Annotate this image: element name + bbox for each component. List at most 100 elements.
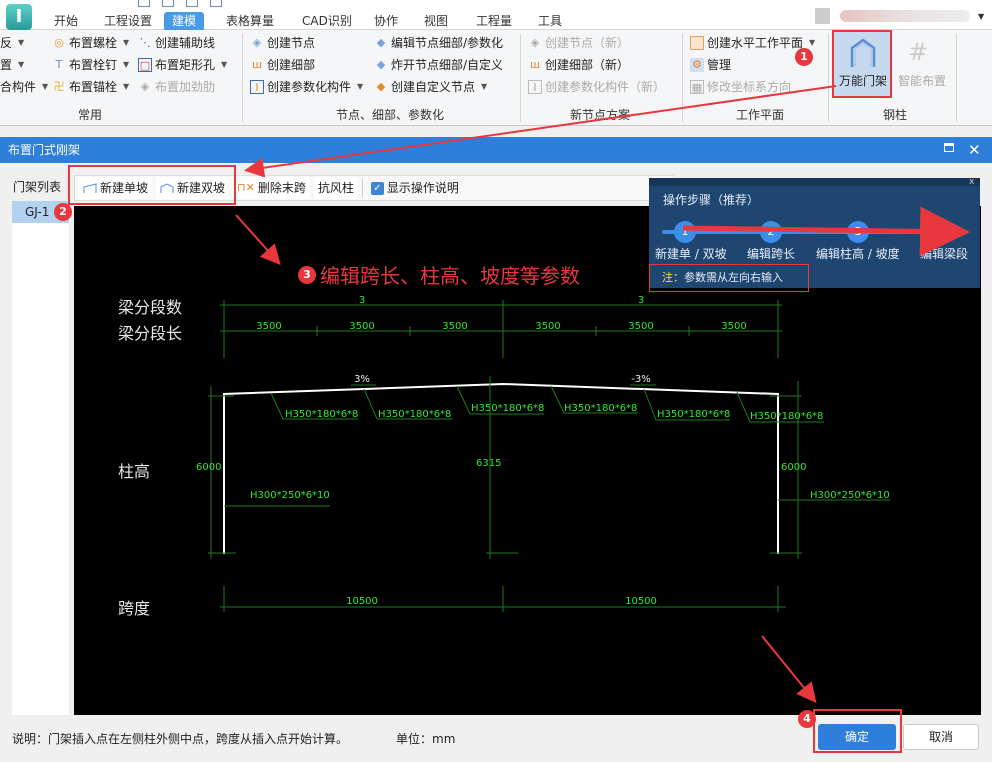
label: 创建细部 bbox=[267, 58, 316, 72]
beam-section: H350*180*6*8 bbox=[564, 403, 637, 414]
maximize-icon[interactable] bbox=[944, 143, 954, 152]
tab-table-quantity[interactable]: 表格算量 bbox=[218, 12, 282, 30]
tab-project-settings[interactable]: 工程设置 bbox=[96, 12, 160, 30]
user-avatar[interactable] bbox=[815, 8, 830, 24]
label: 炸开节点细部/自定义 bbox=[391, 58, 504, 72]
checkbox-checked-icon: ✓ bbox=[370, 181, 384, 195]
chevron-down-icon: ▼ bbox=[42, 82, 49, 91]
note-prefix: 注： bbox=[662, 271, 684, 284]
chevron-down-icon: ▼ bbox=[357, 82, 364, 91]
edit-icon[interactable] bbox=[162, 0, 174, 7]
place-bolt-button[interactable]: ◎ 布置螺栓 ▼ bbox=[52, 34, 129, 52]
label: 布置锚栓 bbox=[69, 80, 118, 94]
chevron-down-icon[interactable]: ▼ bbox=[978, 12, 984, 21]
label: 显示操作说明 bbox=[386, 181, 459, 195]
new-file-icon[interactable] bbox=[138, 0, 150, 7]
ribbon-partial-label: 置 bbox=[0, 58, 13, 72]
ribbon-partial-item[interactable]: 合构件 ▼ bbox=[0, 78, 48, 96]
stud-icon: T bbox=[55, 58, 63, 71]
place-stiffener-button[interactable]: ◈ 布置加劲肋 bbox=[138, 78, 215, 96]
create-aux-line-button[interactable]: ⋱ 创建辅助线 bbox=[138, 34, 216, 52]
tab-start[interactable]: 开始 bbox=[46, 12, 86, 30]
undo-icon[interactable] bbox=[210, 0, 222, 7]
place-anchor-bolt-button[interactable]: 卍布置锚栓 ▼ bbox=[52, 78, 130, 96]
smart-layout-button[interactable]: # 智能布置 bbox=[896, 32, 948, 96]
detail-icon: ш bbox=[529, 58, 541, 71]
create-custom-node-button[interactable]: ◆ 创建自定义节点 ▼ bbox=[374, 78, 487, 96]
segment-count-dimension bbox=[220, 300, 782, 358]
slope-left: 3% bbox=[354, 374, 370, 385]
step-dot: 1 bbox=[674, 221, 696, 243]
tab-quantity[interactable]: 工程量 bbox=[468, 12, 520, 30]
segment-count-right: 3 bbox=[638, 295, 644, 306]
toolbar-divider bbox=[361, 179, 363, 197]
app-logo[interactable]: I bbox=[6, 4, 32, 30]
place-rect-hole-button[interactable]: □ 布置矩形孔 ▼ bbox=[138, 56, 227, 74]
tab-collaboration[interactable]: 协作 bbox=[366, 12, 406, 30]
explode-node-detail-button[interactable]: ◆ 炸开节点细部/自定义 bbox=[374, 56, 503, 74]
place-stud-button[interactable]: T 布置栓钉 ▼ bbox=[52, 56, 130, 74]
aux-line-icon: ⋱ bbox=[139, 36, 151, 49]
span-dimensions bbox=[220, 586, 786, 612]
create-detail-button[interactable]: ш 创建细部 bbox=[250, 56, 315, 74]
edit-node-detail-button[interactable]: ◆ 编辑节点细部/参数化 bbox=[374, 34, 503, 52]
segment-length: 3500 bbox=[349, 321, 374, 332]
universal-portal-frame-button[interactable]: 万能门架 bbox=[832, 30, 892, 98]
save-icon[interactable] bbox=[186, 0, 198, 7]
wind-column-button[interactable]: 抗风柱 bbox=[313, 177, 358, 199]
chevron-down-icon: ▼ bbox=[18, 38, 25, 47]
tab-view[interactable]: 视图 bbox=[416, 12, 456, 30]
highlight-ok-button bbox=[813, 709, 902, 753]
label: 创建节点（新） bbox=[545, 36, 630, 50]
create-param-component-new-button[interactable]: I 创建参数化构件（新） bbox=[528, 78, 665, 96]
create-param-component-button[interactable]: I 创建参数化构件 ▼ bbox=[250, 78, 363, 96]
modify-coordinate-direction-button[interactable]: ▦ 修改坐标系方向 bbox=[690, 78, 791, 96]
user-name-blurred[interactable] bbox=[840, 10, 970, 22]
create-horizontal-workplane-button[interactable]: 创建水平工作平面 ▼ bbox=[690, 34, 815, 52]
beam-section: H350*180*6*8 bbox=[378, 409, 451, 420]
tab-cad-recognition[interactable]: CAD识别 bbox=[294, 12, 360, 30]
segment-length: 3500 bbox=[628, 321, 653, 332]
ribbon-partial-item[interactable]: 反 ▼ bbox=[0, 34, 24, 52]
close-icon[interactable]: ✕ bbox=[968, 137, 981, 163]
beam-section: H350*180*6*8 bbox=[285, 409, 358, 420]
step-dot: 3 bbox=[847, 221, 869, 243]
param-component-icon: I bbox=[528, 80, 542, 94]
label: 修改坐标系方向 bbox=[707, 80, 792, 94]
annotation-badge-2: 2 bbox=[54, 203, 72, 221]
chevron-down-icon: ▼ bbox=[481, 82, 488, 91]
close-icon[interactable]: x bbox=[969, 177, 974, 187]
node-icon: ◈ bbox=[530, 36, 540, 49]
segment-length: 3500 bbox=[442, 321, 467, 332]
group-divider bbox=[242, 34, 243, 122]
create-node-button[interactable]: ◈ 创建节点 bbox=[250, 34, 315, 52]
cancel-button[interactable]: 取消 bbox=[903, 724, 979, 750]
label: 创建辅助线 bbox=[155, 36, 216, 50]
group-label-common: 常用 bbox=[77, 108, 102, 122]
delete-last-span-button[interactable]: ⊓✕ 删除末跨 bbox=[233, 177, 310, 199]
column-height-mid: 6315 bbox=[476, 458, 501, 469]
steps-note: 注：参数需从左向右输入 bbox=[649, 264, 809, 292]
step-dot: 2 bbox=[760, 221, 782, 243]
label-segment-length: 梁分段长 bbox=[118, 324, 182, 343]
tab-modeling[interactable]: 建模 bbox=[164, 12, 205, 30]
manage-workplane-button[interactable]: ⚙ 管理 bbox=[690, 56, 731, 74]
ribbon-partial-item[interactable]: 置 ▼ bbox=[0, 56, 24, 74]
label: 布置加劲肋 bbox=[155, 80, 216, 94]
frame-list bbox=[12, 201, 69, 715]
tab-tools[interactable]: 工具 bbox=[530, 12, 570, 30]
create-node-new-button[interactable]: ◈ 创建节点（新） bbox=[528, 34, 629, 52]
show-help-checkbox[interactable]: ✓ 显示操作说明 bbox=[367, 177, 463, 199]
group-divider bbox=[828, 34, 829, 122]
node-icon: ◈ bbox=[252, 36, 262, 49]
beam-section: H350*180*6*8 bbox=[657, 409, 730, 420]
label: 创建水平工作平面 bbox=[707, 36, 804, 50]
create-detail-new-button[interactable]: ш 创建细部（新） bbox=[528, 56, 629, 74]
annotation-text: 编辑跨长、柱高、坡度等参数 bbox=[320, 264, 580, 288]
rect-hole-icon: □ bbox=[138, 58, 152, 72]
group-label-new-nodes: 新节点方案 bbox=[569, 108, 630, 122]
group-label-nodes: 节点、细部、参数化 bbox=[335, 108, 444, 122]
label: 创建节点 bbox=[267, 36, 316, 50]
annotation-badge-1: 1 bbox=[795, 48, 813, 66]
ribbon: 反 ▼ 置 ▼ 合构件 ▼ ◎ 布置螺栓 ▼ T 布置栓钉 ▼ 卍布置锚栓 ▼ ⋱ 创建辅助线 □… bbox=[0, 30, 992, 126]
